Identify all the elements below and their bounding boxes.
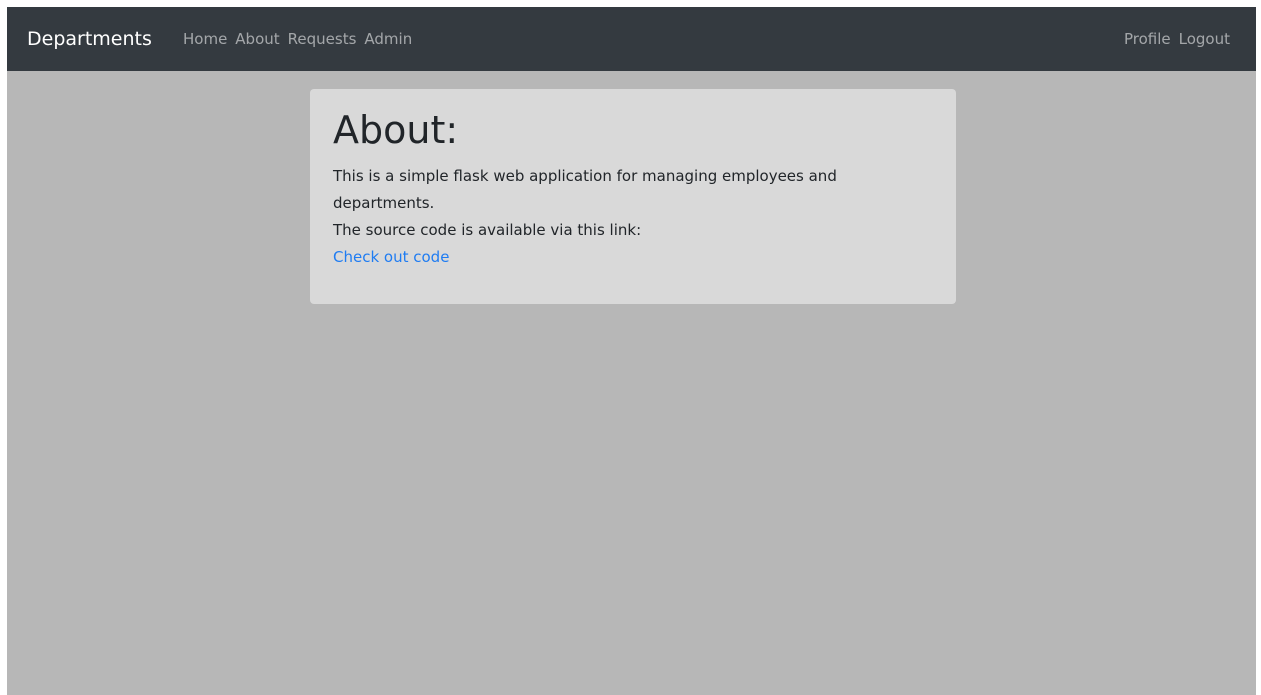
nav-home-link[interactable]: Home bbox=[183, 28, 227, 50]
description-line-2: The source code is available via this li… bbox=[333, 221, 642, 239]
nav-about-link[interactable]: About bbox=[235, 28, 279, 50]
primary-nav: Home About Requests Admin bbox=[183, 28, 412, 50]
nav-requests-link[interactable]: Requests bbox=[288, 28, 357, 50]
brand-link[interactable]: Departments bbox=[27, 26, 152, 52]
about-card: About: This is a simple flask web applic… bbox=[310, 89, 956, 304]
nav-admin-link[interactable]: Admin bbox=[364, 28, 412, 50]
page-title: About: bbox=[333, 108, 459, 152]
source-code-link[interactable]: Check out code bbox=[333, 244, 893, 271]
about-description: This is a simple flask web application f… bbox=[333, 163, 893, 271]
nav-logout-link[interactable]: Logout bbox=[1179, 28, 1230, 50]
description-line-1: This is a simple flask web application f… bbox=[333, 167, 837, 212]
top-navbar: Departments Home About Requests Admin Pr… bbox=[7, 7, 1256, 71]
browser-viewport: Departments Home About Requests Admin Pr… bbox=[7, 7, 1256, 695]
nav-profile-link[interactable]: Profile bbox=[1124, 28, 1171, 50]
account-nav: Profile Logout bbox=[1124, 28, 1230, 50]
